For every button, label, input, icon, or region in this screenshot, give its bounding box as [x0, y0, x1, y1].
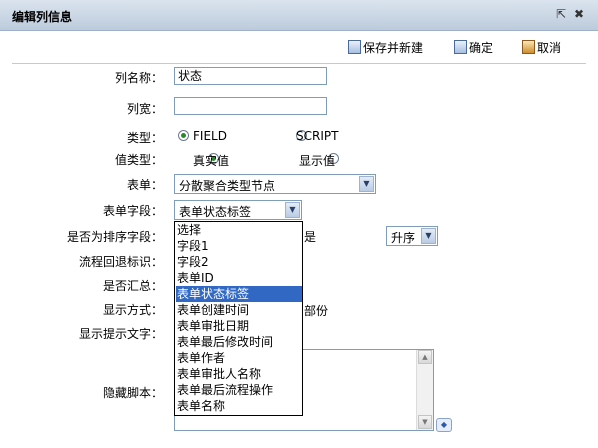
form-field-select[interactable]: 表单状态标签 ▼: [174, 200, 302, 220]
form-label: 表单：: [126, 178, 163, 192]
confirm-button[interactable]: 确定: [454, 39, 493, 55]
dropdown-option[interactable]: 表单最后修改时间: [176, 334, 302, 350]
popout-icon[interactable]: ⇱: [556, 7, 566, 21]
sort-field-suffix: 是: [304, 230, 317, 244]
form-select-value: 分散聚合类型节点: [179, 179, 276, 193]
display-mode-partial: 部份: [304, 304, 329, 318]
sort-field-label: 是否为排序字段：: [66, 230, 163, 244]
dropdown-option[interactable]: 表单创建时间: [176, 302, 302, 318]
scroll-down-icon[interactable]: ▼: [418, 415, 432, 429]
hidden-script-label: 隐藏脚本：: [102, 386, 163, 400]
save-and-new-label: 保存并新建: [363, 40, 424, 55]
form-select[interactable]: 分散聚合类型节点 ▼: [174, 174, 376, 194]
dialog-titlebar: [0, 0, 598, 31]
expand-icon[interactable]: ◆: [436, 418, 452, 432]
form-field-select-value: 表单状态标签: [179, 205, 252, 219]
save-icon: [348, 40, 361, 54]
column-name-label: 列名称：: [114, 71, 163, 85]
dropdown-option-selected[interactable]: 表单状态标签: [176, 286, 302, 302]
display-hint-label: 显示提示文字：: [78, 327, 163, 341]
type-field-radio[interactable]: [178, 130, 189, 141]
flow-back-label: 流程回退标识：: [78, 255, 163, 269]
dropdown-option[interactable]: 表单审批日期: [176, 318, 302, 334]
cancel-icon: [522, 40, 535, 54]
dropdown-option[interactable]: 表单名称: [176, 398, 302, 414]
dropdown-option[interactable]: 选择: [176, 222, 302, 238]
value-type-display-label: 显示值: [299, 154, 336, 168]
dropdown-option[interactable]: 字段2: [176, 254, 302, 270]
dropdown-option[interactable]: 表单作者: [176, 350, 302, 366]
sort-order-select[interactable]: 升序 ▼: [386, 226, 438, 246]
cancel-button[interactable]: 取消: [522, 39, 561, 55]
value-type-real-label: 真实值: [193, 154, 230, 168]
dropdown-option[interactable]: 表单最后流程操作: [176, 382, 302, 398]
display-mode-label: 显示方式：: [102, 303, 163, 317]
form-field-dropdown-list[interactable]: 选择 字段1 字段2 表单ID 表单状态标签 表单创建时间 表单审批日期 表单最…: [174, 221, 303, 416]
type-label: 类型：: [126, 131, 163, 145]
chevron-down-icon: ▼: [421, 228, 436, 244]
save-and-new-button[interactable]: 保存并新建: [348, 39, 423, 55]
column-width-label: 列宽：: [126, 102, 163, 116]
value-type-label: 值类型：: [114, 153, 163, 167]
form-field-label: 表单字段：: [102, 204, 163, 218]
sort-order-value: 升序: [391, 231, 416, 245]
column-name-input[interactable]: 状态: [174, 67, 327, 85]
summary-label: 是否汇总：: [102, 279, 163, 293]
confirm-label: 确定: [469, 40, 494, 55]
dialog-title: 编辑列信息: [12, 10, 73, 24]
toolbar-divider: [12, 63, 586, 64]
dropdown-option[interactable]: 表单审批人名称: [176, 366, 302, 382]
type-script-label: SCRIPT: [296, 129, 339, 143]
cancel-label: 取消: [537, 40, 562, 55]
column-width-input[interactable]: [174, 97, 327, 115]
dropdown-option[interactable]: 字段1: [176, 238, 302, 254]
chevron-down-icon: ▼: [285, 202, 300, 218]
textarea-scrollbar[interactable]: ▲ ▼: [416, 350, 433, 430]
scroll-up-icon[interactable]: ▲: [418, 350, 432, 364]
close-icon[interactable]: ✖: [574, 7, 584, 21]
chevron-down-icon: ▼: [359, 176, 374, 192]
dropdown-option[interactable]: 表单ID: [176, 270, 302, 286]
confirm-icon: [454, 40, 467, 54]
type-field-label: FIELD: [193, 129, 227, 143]
